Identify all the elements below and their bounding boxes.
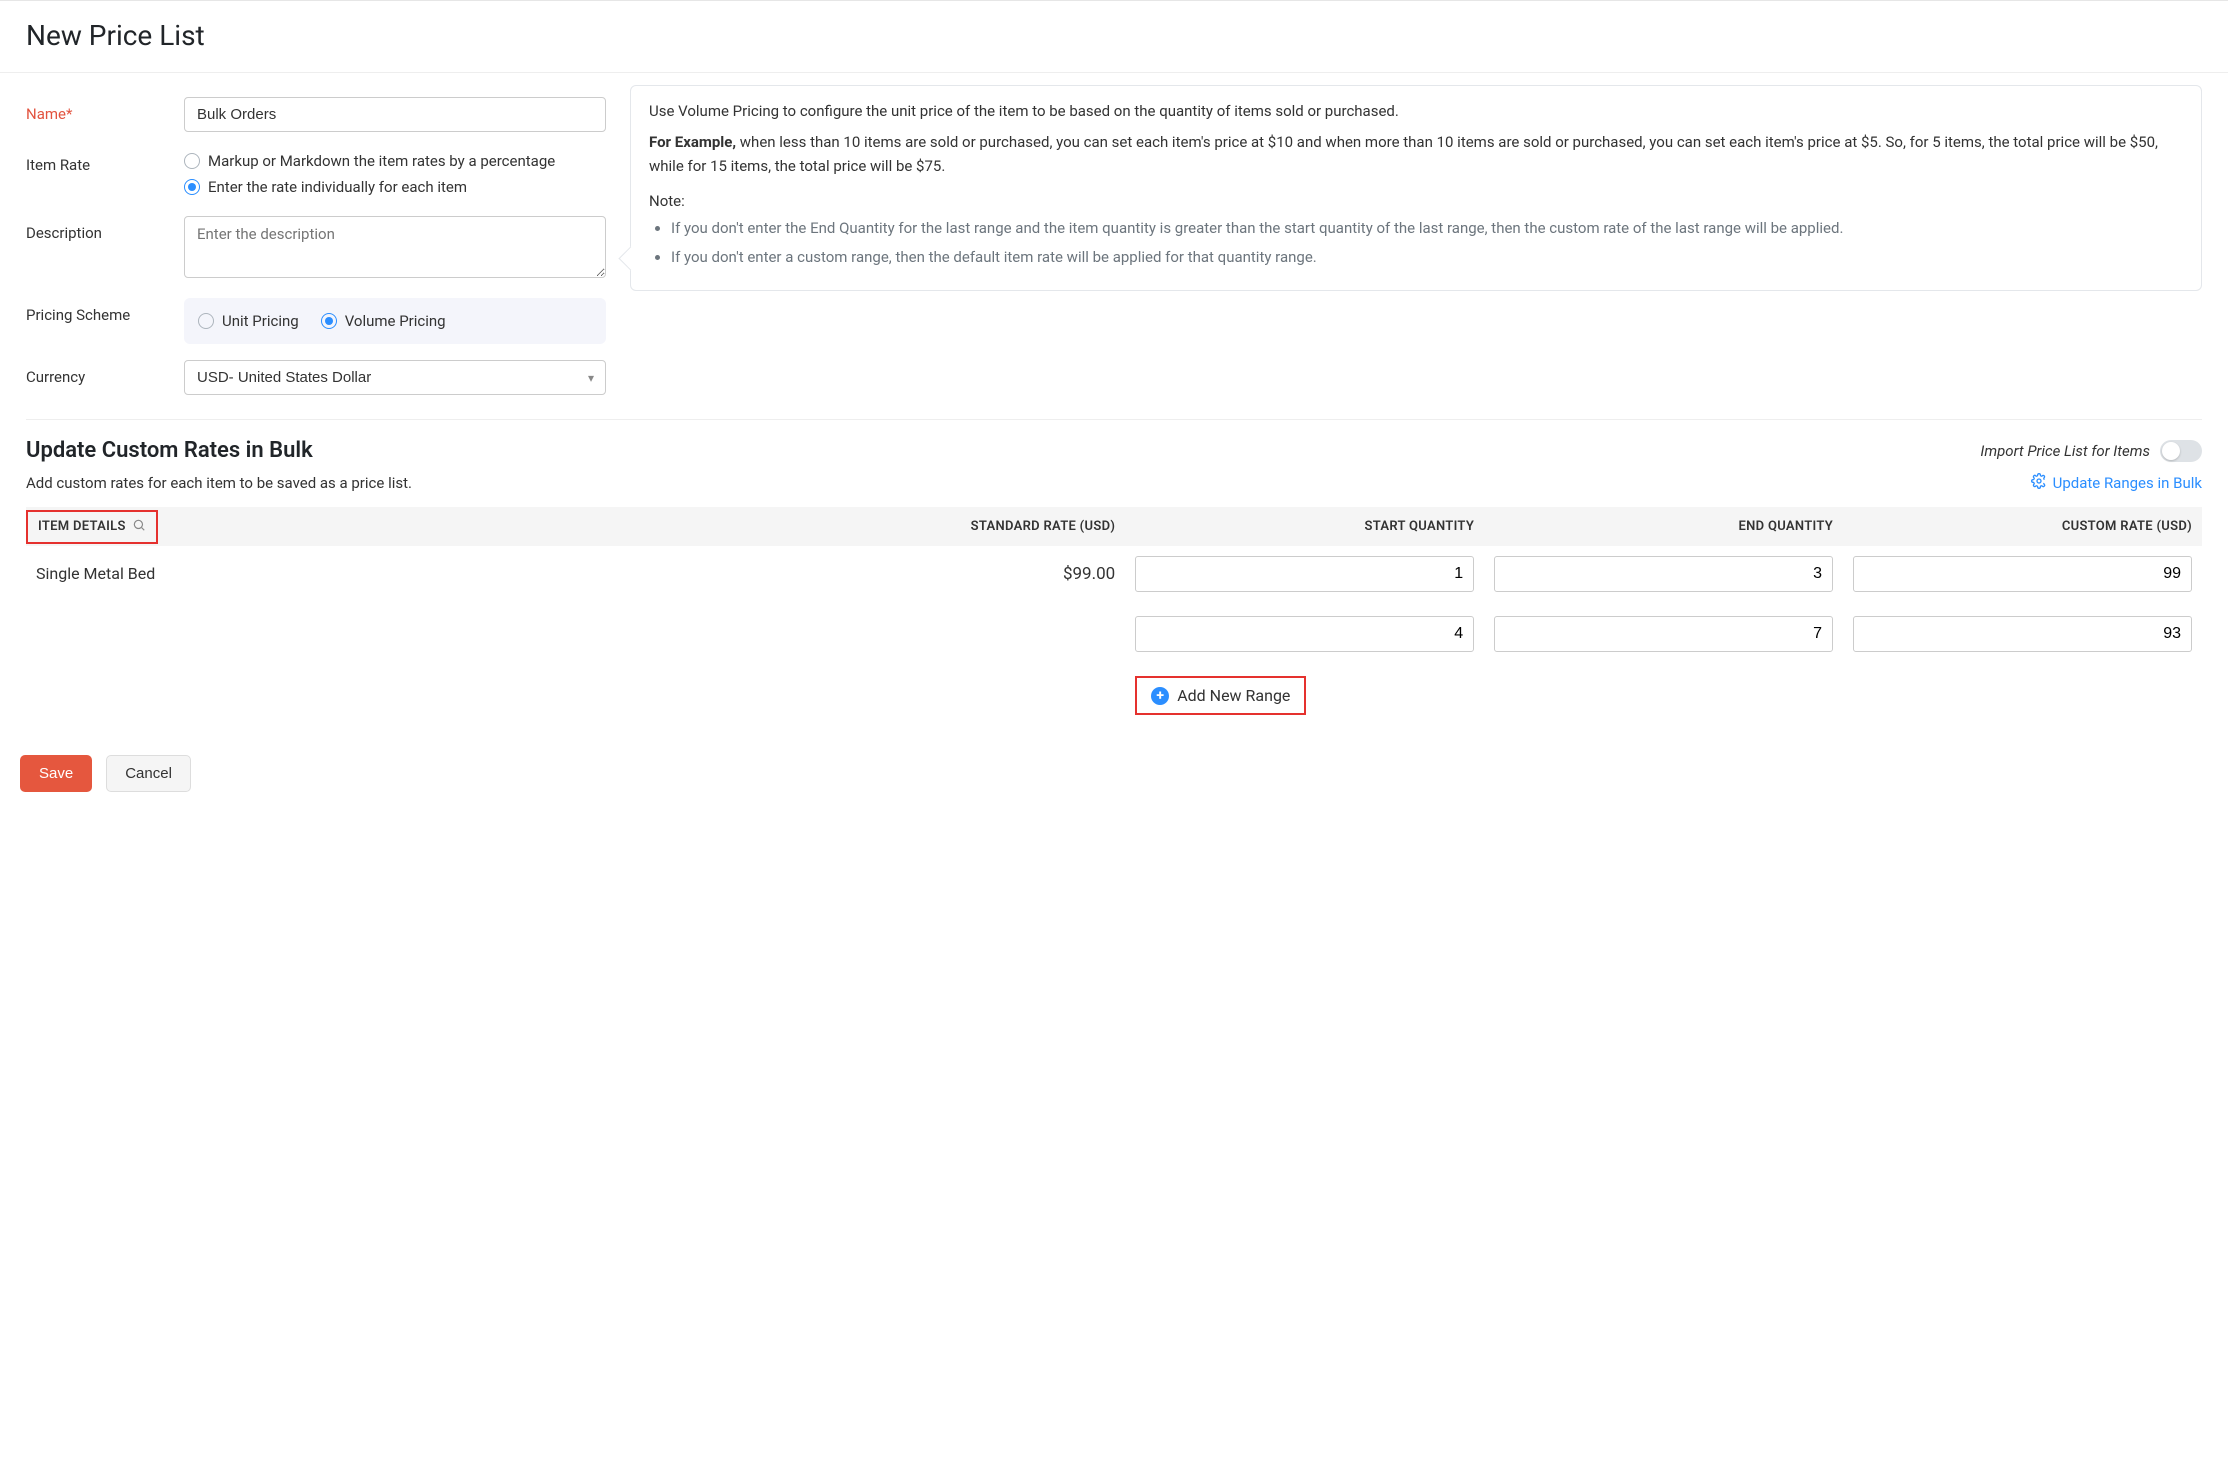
plus-circle-icon: +: [1151, 687, 1169, 705]
name-label: Name*: [26, 97, 184, 123]
cancel-button[interactable]: Cancel: [106, 755, 191, 792]
start-qty-input[interactable]: [1135, 556, 1474, 592]
pricing-scheme-label: Pricing Scheme: [26, 298, 184, 324]
radio-icon: [198, 313, 214, 329]
tooltip-example: For Example, when less than 10 items are…: [649, 131, 2183, 178]
tooltip-note-label: Note:: [649, 190, 2183, 213]
item-std-rate: $99.00: [789, 546, 1125, 662]
radio-checked-icon: [321, 313, 337, 329]
tooltip-note-item: If you don't enter the End Quantity for …: [671, 217, 2183, 240]
item-name: Single Metal Bed: [26, 546, 789, 662]
col-item-details[interactable]: ITEM DETAILS: [26, 507, 789, 546]
tooltip-note-item: If you don't enter a custom range, then …: [671, 246, 2183, 269]
scheme-unit-label: Unit Pricing: [222, 312, 299, 330]
rate-option-individual-label: Enter the rate individually for each ite…: [208, 178, 467, 196]
col-standard-rate: STANDARD RATE (USD): [789, 507, 1125, 546]
import-toggle[interactable]: [2160, 440, 2202, 462]
import-label: Import Price List for Items: [1980, 442, 2150, 460]
update-ranges-link[interactable]: Update Ranges in Bulk: [2031, 473, 2202, 493]
custom-rate-input[interactable]: [1853, 616, 2192, 652]
col-start-qty: START QUANTITY: [1125, 507, 1484, 546]
scheme-unit[interactable]: Unit Pricing: [198, 308, 299, 334]
rate-option-markup-label: Markup or Markdown the item rates by a p…: [208, 152, 555, 170]
rate-option-markup[interactable]: Markup or Markdown the item rates by a p…: [184, 148, 606, 174]
bulk-heading: Update Custom Rates in Bulk: [26, 438, 313, 463]
tooltip-intro: Use Volume Pricing to configure the unit…: [649, 100, 2183, 123]
col-custom-rate: CUSTOM RATE (USD): [1843, 507, 2202, 546]
name-input[interactable]: [184, 97, 606, 132]
bulk-subtitle: Add custom rates for each item to be sav…: [26, 474, 412, 492]
update-ranges-label: Update Ranges in Bulk: [2053, 474, 2202, 492]
add-range-label: Add New Range: [1177, 686, 1290, 705]
gear-icon: [2031, 473, 2047, 493]
rate-option-individual[interactable]: Enter the rate individually for each ite…: [184, 174, 606, 200]
end-qty-input[interactable]: [1494, 616, 1833, 652]
save-button[interactable]: Save: [20, 755, 92, 792]
item-rate-label: Item Rate: [26, 148, 184, 174]
scheme-volume[interactable]: Volume Pricing: [321, 308, 446, 334]
start-qty-input[interactable]: [1135, 616, 1474, 652]
volume-pricing-info: Use Volume Pricing to configure the unit…: [630, 85, 2202, 291]
radio-icon: [184, 153, 200, 169]
description-input[interactable]: [184, 216, 606, 278]
search-icon: [132, 518, 146, 536]
description-label: Description: [26, 216, 184, 242]
end-qty-input[interactable]: [1494, 556, 1833, 592]
radio-checked-icon: [184, 179, 200, 195]
custom-rate-input[interactable]: [1853, 556, 2192, 592]
col-end-qty: END QUANTITY: [1484, 507, 1843, 546]
add-new-range-button[interactable]: + Add New Range: [1135, 676, 1306, 715]
table-row: Single Metal Bed $99.00: [26, 546, 2202, 662]
currency-label: Currency: [26, 360, 184, 386]
currency-select[interactable]: [184, 360, 606, 395]
scheme-volume-label: Volume Pricing: [345, 312, 446, 330]
page-title: New Price List: [26, 19, 2202, 52]
